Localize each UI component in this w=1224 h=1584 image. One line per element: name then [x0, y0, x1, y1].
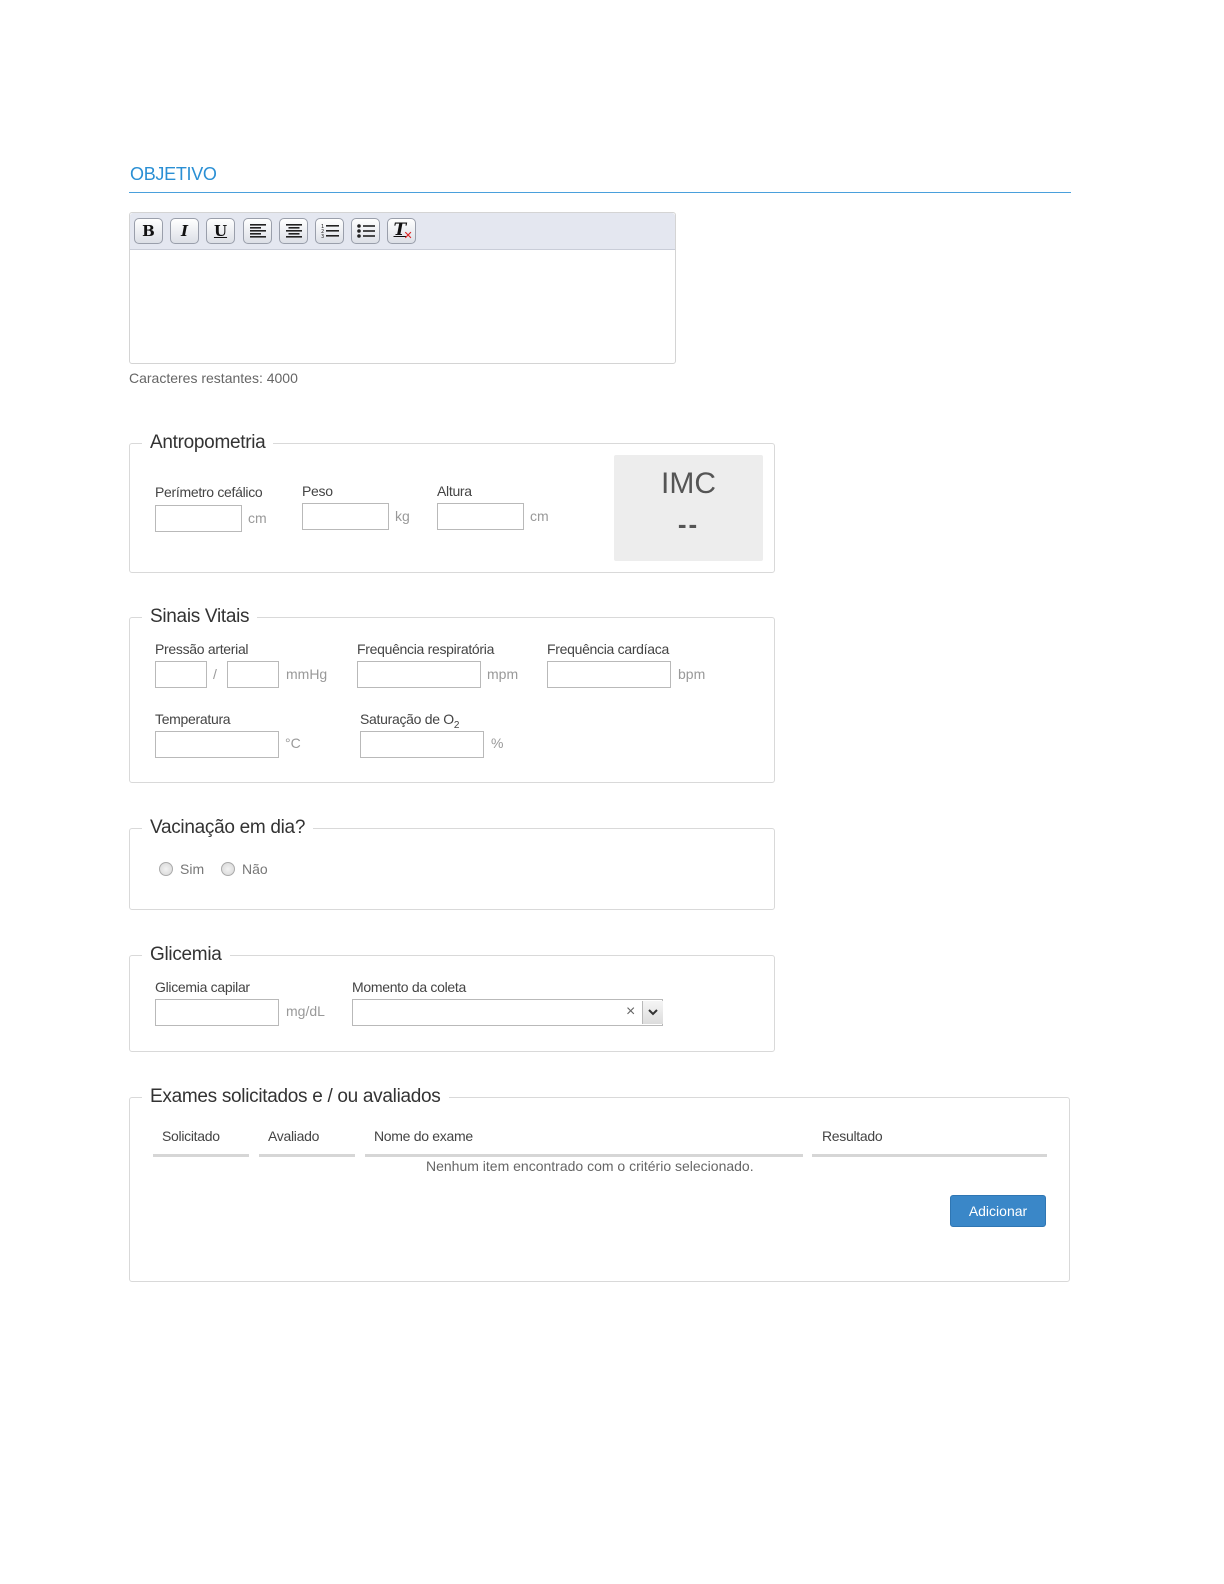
exames-legend: Exames solicitados e / ou avaliados — [142, 1086, 449, 1108]
imc-panel: IMC -- — [614, 455, 763, 561]
freq-card-label: Frequência cardíaca — [547, 641, 669, 657]
perimetro-label: Perímetro cefálico — [155, 484, 263, 500]
align-left-icon — [249, 224, 266, 238]
perimetro-input[interactable] — [155, 505, 242, 532]
freq-resp-label: Frequência respiratória — [357, 641, 495, 657]
col-solicitado-underline — [153, 1154, 249, 1157]
section-title: OBJETIVO — [130, 164, 217, 184]
vacinacao-legend: Vacinação em dia? — [142, 817, 314, 839]
imc-title: IMC — [661, 467, 716, 500]
italic-button[interactable]: I — [170, 218, 199, 244]
svg-text:3: 3 — [321, 234, 324, 239]
freq-card-unit: bpm — [678, 666, 706, 682]
rich-text-editor: B I U 1 2 3 T ✕ — [129, 212, 676, 364]
col-solicitado[interactable]: Solicitado — [162, 1128, 220, 1144]
underline-button[interactable]: U — [206, 218, 235, 244]
col-resultado[interactable]: Resultado — [822, 1128, 883, 1144]
radio-sim-label: Sim — [180, 861, 205, 877]
saturacao-unit: % — [491, 735, 504, 751]
clear-format-button[interactable]: T ✕ — [387, 218, 416, 244]
radio-nao[interactable] — [221, 862, 235, 876]
underline-icon: U — [213, 222, 228, 240]
italic-icon: I — [180, 222, 189, 240]
col-avaliado-underline — [259, 1154, 355, 1157]
freq-resp-input[interactable] — [357, 661, 481, 688]
peso-unit: kg — [395, 508, 410, 524]
pressao-label: Pressão arterial — [155, 641, 249, 657]
sinais-vitais-legend: Sinais Vitais — [142, 606, 258, 628]
altura-input[interactable] — [437, 503, 524, 530]
pressao-separator: / — [213, 666, 217, 682]
glicemia-capilar-input[interactable] — [155, 999, 279, 1026]
align-center-icon — [285, 224, 302, 238]
ordered-list-button[interactable]: 1 2 3 — [315, 218, 344, 244]
momento-coleta-label: Momento da coleta — [352, 979, 466, 995]
unordered-list-icon — [356, 224, 375, 238]
section-divider — [129, 192, 1071, 193]
temperatura-input[interactable] — [155, 731, 279, 758]
freq-resp-unit: mpm — [487, 666, 519, 682]
radio-nao-label: Não — [242, 861, 268, 877]
bold-icon: B — [142, 222, 155, 240]
altura-label: Altura — [437, 483, 472, 499]
align-center-button[interactable] — [279, 218, 308, 244]
pressao-sistolica-input[interactable] — [155, 661, 207, 688]
saturacao-label: Saturação de O2 — [360, 711, 460, 731]
imc-value: -- — [677, 509, 700, 539]
ordered-list-icon: 1 2 3 — [321, 224, 339, 239]
editor-toolbar: B I U 1 2 3 T ✕ — [130, 213, 675, 250]
freq-card-input[interactable] — [547, 661, 671, 688]
col-resultado-underline — [812, 1154, 1047, 1157]
momento-coleta-select[interactable]: × — [352, 999, 663, 1026]
clear-icon[interactable]: × — [626, 1003, 635, 1021]
perimetro-unit: cm — [248, 510, 267, 526]
chevron-down-icon — [648, 1009, 658, 1016]
antropometria-legend: Antropometria — [142, 432, 274, 454]
glicemia-legend: Glicemia — [142, 944, 230, 966]
col-nome-exame[interactable]: Nome do exame — [374, 1128, 473, 1144]
unordered-list-button[interactable] — [351, 218, 380, 244]
align-left-button[interactable] — [243, 218, 272, 244]
pressao-unit: mmHg — [286, 666, 328, 682]
peso-input[interactable] — [302, 503, 389, 530]
remaining-characters: Caracteres restantes: 4000 — [129, 370, 298, 386]
col-nome-exame-underline — [365, 1154, 803, 1157]
add-exam-button[interactable]: Adicionar — [950, 1195, 1046, 1227]
editor-text-area[interactable] — [130, 250, 675, 363]
radio-sim[interactable] — [159, 862, 173, 876]
saturacao-input[interactable] — [360, 731, 484, 758]
pressao-diastolica-input[interactable] — [227, 661, 279, 688]
exames-fieldset — [129, 1097, 1070, 1282]
clear-format-icon: T ✕ — [393, 220, 413, 242]
dropdown-toggle[interactable] — [642, 1001, 663, 1024]
peso-label: Peso — [302, 483, 333, 499]
col-avaliado[interactable]: Avaliado — [268, 1128, 319, 1144]
glicemia-capilar-unit: mg/dL — [286, 1003, 325, 1019]
glicemia-capilar-label: Glicemia capilar — [155, 979, 250, 995]
saturacao-subscript: 2 — [453, 719, 460, 731]
altura-unit: cm — [530, 508, 549, 524]
empty-table-message: Nenhum item encontrado com o critério se… — [426, 1158, 754, 1174]
temperatura-label: Temperatura — [155, 711, 231, 727]
temperatura-unit: °C — [285, 735, 301, 751]
bold-button[interactable]: B — [134, 218, 163, 244]
